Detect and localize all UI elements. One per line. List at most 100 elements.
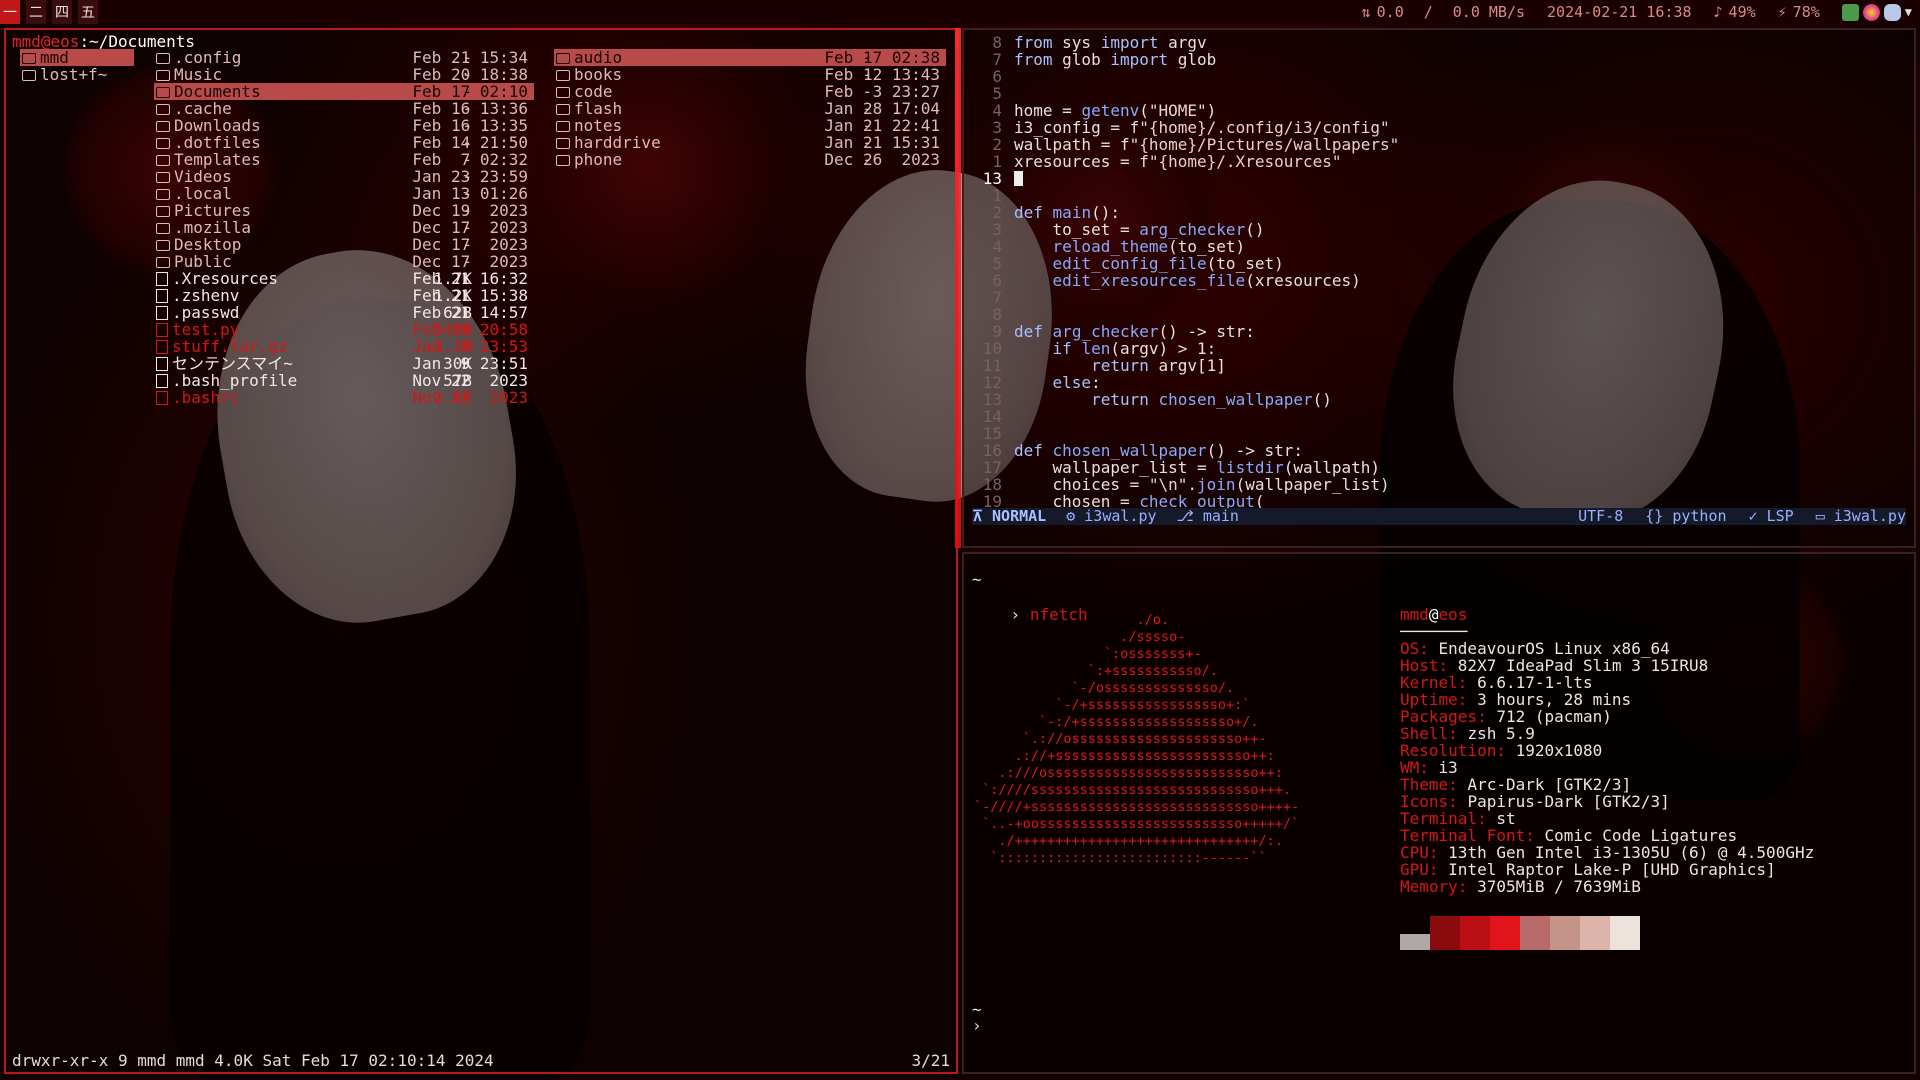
file-name: books (554, 66, 622, 83)
info-colon: : (1496, 741, 1516, 760)
file-icon (156, 323, 168, 337)
code-line[interactable]: 4 home = getenv("HOME") (970, 102, 1399, 119)
file-name: lost+f~ (20, 66, 107, 83)
code-line[interactable]: 1 (970, 187, 1399, 204)
color-swatch (1490, 916, 1520, 950)
ascii-line: `-/ossssssssssssso/. (974, 680, 1235, 696)
preview-column: audio - Feb 17 02:38 books - Feb 12 13:43 code… (554, 49, 946, 168)
file-entry[interactable]: Music - Feb 20 18:38 (154, 66, 534, 83)
editor-statusline: ⊼ NORMAL ⚙ i3wal.py ⎇ main UTF-8 {} pyth… (972, 508, 1906, 525)
file-entry[interactable]: .local - Jan 13 01:26 (154, 185, 534, 202)
code-line[interactable]: 1 xresources = f"{home}/.Xresources" (970, 153, 1399, 170)
workspace-button[interactable]: 二 (26, 0, 46, 24)
file-date: Dec 17 2023 (412, 252, 528, 271)
file-entry[interactable]: stuff.tar.gz 3.1M Jan 9 23:53 (154, 338, 534, 355)
workspace-button[interactable]: 四 (52, 0, 72, 24)
volume-indicator[interactable]: ♪ 49% (1714, 3, 1756, 21)
workspace-button[interactable]: 一 (0, 0, 20, 24)
line-number: 2 (992, 203, 1002, 222)
file-date: Jan 28 17:04 (824, 99, 940, 118)
file-entry[interactable]: .Xresources 1.7K Feb 21 16:32 (154, 270, 534, 287)
code-line[interactable]: 6 edit_xresources_file(xresources) (970, 272, 1399, 289)
code-line[interactable]: 2 wallpath = f"{home}/Pictures/wallpapers… (970, 136, 1399, 153)
code-line[interactable]: 15 (970, 425, 1399, 442)
file-name: Music (154, 66, 222, 83)
code-line[interactable]: 3 to_set = arg_checker() (970, 221, 1399, 238)
code-line[interactable]: 16 def chosen_wallpaper() -> str: (970, 442, 1399, 459)
file-entry[interactable]: .passwd 62B Feb 21 14:57 (154, 304, 534, 321)
code-line[interactable]: 5 edit_config_file(to_set) (970, 255, 1399, 272)
folder-icon (556, 121, 570, 132)
file-entry[interactable]: Downloads - Feb 16 13:35 (154, 117, 534, 134)
file-entry[interactable]: .mozilla - Dec 17 2023 (154, 219, 534, 236)
chevron-down-icon[interactable]: ▼ (1905, 5, 1912, 19)
editor-pane[interactable]: 8 from sys import argv 7 from glob import g… (962, 28, 1916, 548)
file-icon (156, 391, 168, 405)
file-entry[interactable]: audio - Feb 17 02:38 (554, 49, 946, 66)
file-entry[interactable]: Desktop - Dec 17 2023 (154, 236, 534, 253)
code-line[interactable]: 10 if len(argv) > 1: (970, 340, 1399, 357)
line-number: 9 (992, 322, 1002, 341)
code-line[interactable]: 5 (970, 85, 1399, 102)
file-entry[interactable]: センテンスマイ~ 30K Jan 9 23:51 (154, 355, 534, 372)
file-entry[interactable]: notes - Jan 21 22:41 (554, 117, 946, 134)
file-entry[interactable]: .cache - Feb 16 13:36 (154, 100, 534, 117)
code-line[interactable]: 9 def arg_checker() -> str: (970, 323, 1399, 340)
line-text: return chosen_wallpaper() (1091, 390, 1332, 409)
file-entry[interactable]: Pictures - Dec 19 2023 (154, 202, 534, 219)
file-entry[interactable]: test.py 549B Feb 19 20:58 (154, 321, 534, 338)
code-line[interactable]: 8 (970, 306, 1399, 323)
code-line[interactable]: 8 from sys import argv (970, 34, 1399, 51)
code-line[interactable]: 7 from glob import glob (970, 51, 1399, 68)
prompt-symbol[interactable]: › (972, 1016, 982, 1035)
file-entry[interactable]: mmd (20, 49, 134, 66)
code-line[interactable]: 2 def main(): (970, 204, 1399, 221)
file-date: Jan 9 23:53 (412, 337, 528, 356)
workspace-button[interactable]: 五 (78, 0, 98, 24)
code-line[interactable]: 4 reload_theme(to_set) (970, 238, 1399, 255)
code-line[interactable]: 17 wallpaper_list = listdir(wallpath) (970, 459, 1399, 476)
folder-icon (156, 70, 170, 81)
code-buffer[interactable]: 8 from sys import argv 7 from glob import g… (970, 34, 1400, 510)
cloud-icon[interactable] (1883, 3, 1901, 21)
battery-icon: ⚡ (1777, 3, 1787, 21)
battery-indicator: ⚡ 78% (1778, 3, 1820, 21)
file-entry[interactable]: lost+f~ (20, 66, 134, 83)
file-name: notes (554, 117, 622, 134)
code-line[interactable]: 13 (970, 170, 1399, 187)
file-entry[interactable]: harddrive - Jan 21 15:31 (554, 134, 946, 151)
file-entry[interactable]: .bash_profile 57B Nov 22 2023 (154, 372, 534, 389)
file-entry[interactable]: flash - Jan 28 17:04 (554, 100, 946, 117)
file-entry[interactable]: Public - Dec 17 2023 (154, 253, 534, 270)
firefox-icon[interactable] (1862, 3, 1880, 21)
info-row: CPU: 13th Gen Intel i3-1305U (6) @ 4.500… (1400, 844, 1814, 861)
file-entry[interactable]: code - Feb 3 23:27 (554, 83, 946, 100)
terminal-pane[interactable]: ~ › nfetch ./o. ./sssso- `:osssssss+- `:… (962, 552, 1916, 1074)
code-line[interactable]: 12 else: (970, 374, 1399, 391)
tray-app-icon[interactable] (1841, 3, 1859, 21)
status-project: ▭ i3wal.py (1815, 507, 1906, 525)
file-entry[interactable]: .zshenv 1.2K Feb 21 15:38 (154, 287, 534, 304)
file-entry[interactable]: .dotfiles - Feb 14 21:50 (154, 134, 534, 151)
file-date: Dec 17 2023 (412, 218, 528, 237)
file-entry[interactable]: books - Feb 12 13:43 (554, 66, 946, 83)
info-row: Icons: Papirus-Dark [GTK2/3] (1400, 793, 1814, 810)
code-line[interactable]: 11 return argv[1] (970, 357, 1399, 374)
code-line[interactable]: 18 choices = "\n".join(wallpaper_list) (970, 476, 1399, 493)
code-line[interactable]: 3 i3_config = f"{home}/.config/i3/config" (970, 119, 1399, 136)
code-line[interactable]: 6 (970, 68, 1399, 85)
file-name: code (554, 83, 613, 100)
file-date: Feb 14 21:50 (412, 133, 528, 152)
file-name: Public (154, 253, 232, 270)
file-entry[interactable]: phone - Dec 26 2023 (554, 151, 946, 168)
file-entry[interactable]: .bashrc 2.6K Nov 17 2023 (154, 389, 534, 406)
file-entry[interactable]: .config - Feb 21 15:34 (154, 49, 534, 66)
code-line[interactable]: 13 return chosen_wallpaper() (970, 391, 1399, 408)
file-entry[interactable]: Documents - Feb 17 02:10 (154, 83, 534, 100)
file-manager-pane[interactable]: mmd@eos:~/Documents mmd lost+f~ .config - F… (4, 28, 958, 1074)
file-entry[interactable]: Templates - Feb 7 02:32 (154, 151, 534, 168)
code-line[interactable]: 7 (970, 289, 1399, 306)
ascii-line: `:::::::::::::::::::::::::------`` (974, 850, 1267, 866)
file-entry[interactable]: Videos - Jan 23 23:59 (154, 168, 534, 185)
code-line[interactable]: 14 (970, 408, 1399, 425)
